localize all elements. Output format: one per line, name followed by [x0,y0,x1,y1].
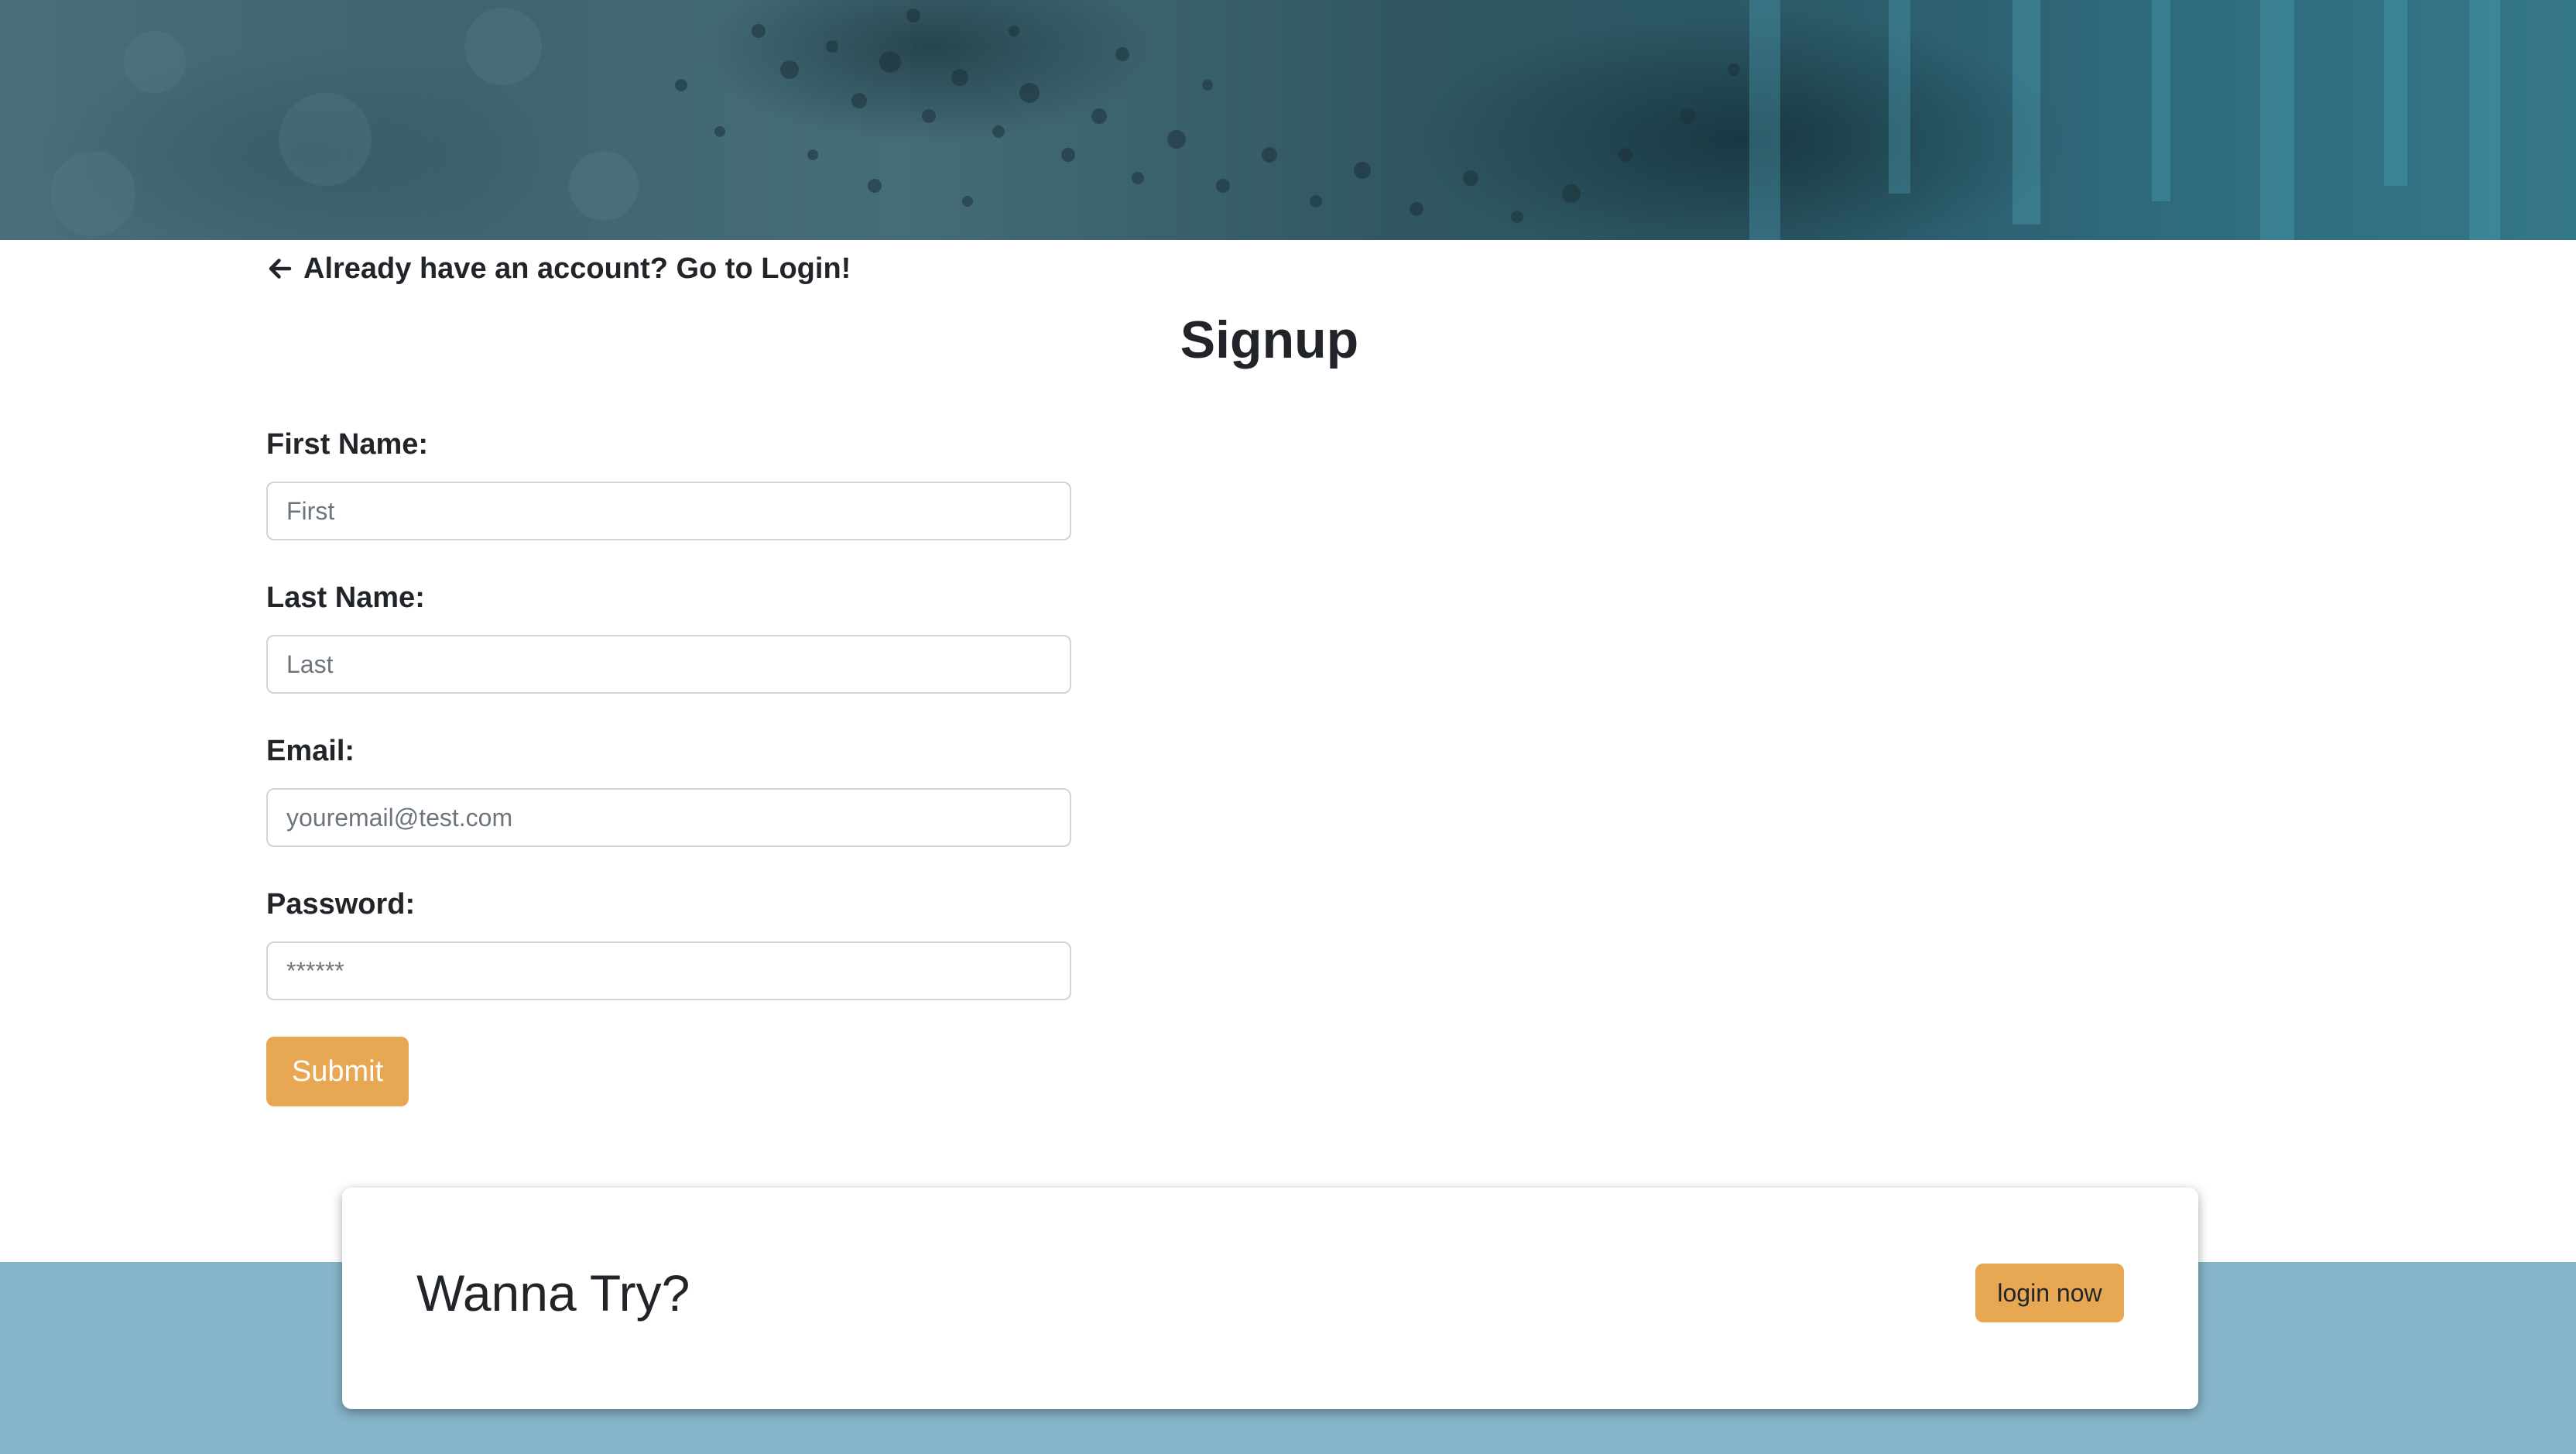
first-name-label: First Name: [266,428,429,461]
email-input[interactable] [266,788,1071,847]
hero-banner-image [0,0,2576,240]
cta-card: Wanna Try? login now [342,1188,2198,1409]
submit-button[interactable]: Submit [266,1037,409,1106]
go-to-login-label: Already have an account? Go to Login! [303,252,851,285]
email-group: Email: [266,731,1071,847]
last-name-input[interactable] [266,635,1071,694]
page-title: Signup [1180,310,1359,369]
first-name-input[interactable] [266,482,1071,540]
password-label: Password: [266,888,416,921]
last-name-group: Last Name: [266,578,1071,694]
login-now-button[interactable]: login now [1975,1264,2124,1322]
arrow-left-icon [269,259,292,279]
email-label: Email: [266,735,355,767]
hero-texture [50,0,2500,240]
go-to-login-link[interactable]: Already have an account? Go to Login! [266,249,851,288]
cta-title: Wanna Try? [416,1264,690,1322]
password-input[interactable] [266,941,1071,1000]
first-name-group: First Name: [266,424,1071,540]
last-name-label: Last Name: [266,581,425,614]
password-group: Password: [266,884,1071,1000]
